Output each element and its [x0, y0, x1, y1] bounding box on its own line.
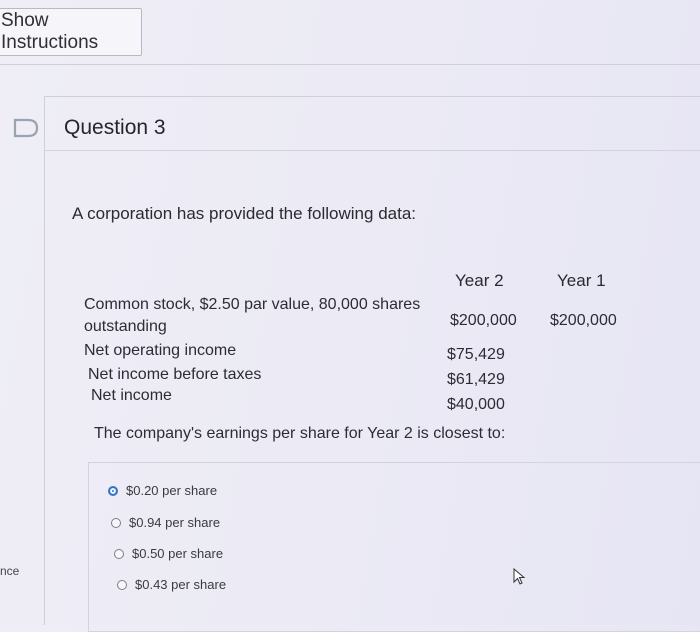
- answer-option[interactable]: $0.50 per share: [114, 546, 223, 561]
- answer-option[interactable]: $0.43 per share: [117, 577, 226, 592]
- content-border: [44, 96, 45, 625]
- table-cell: $40,000: [447, 396, 505, 413]
- row-label: outstanding: [84, 318, 167, 335]
- answer-option[interactable]: $0.94 per share: [111, 515, 220, 530]
- radio-icon[interactable]: [111, 517, 121, 528]
- sidebar-fragment: nce: [0, 564, 20, 578]
- question-prompt: The company's earnings per share for Yea…: [94, 425, 506, 442]
- answer-option-label: $0.20 per share: [126, 483, 218, 498]
- row-label: Common stock, $2.50 par value, 80,000 sh…: [84, 296, 421, 313]
- radio-icon[interactable]: [114, 548, 124, 559]
- show-instructions-label: Show Instructions: [1, 10, 99, 53]
- table-cell: $75,429: [447, 346, 505, 363]
- mouse-pointer-icon: [513, 568, 526, 585]
- column-header-year2: Year 2: [455, 271, 504, 290]
- question-intro: A corporation has provided the following…: [72, 204, 417, 223]
- divider: [44, 150, 700, 151]
- answer-option-label: $0.43 per share: [135, 577, 227, 592]
- answer-option-label: $0.50 per share: [132, 546, 224, 561]
- answer-option-label: $0.94 per share: [129, 515, 221, 530]
- column-header-year1: Year 1: [557, 271, 606, 290]
- divider: [0, 64, 700, 65]
- table-cell: $61,429: [447, 371, 505, 388]
- table-cell: $200,000: [450, 312, 517, 329]
- radio-selected-icon[interactable]: [108, 485, 118, 496]
- table-cell: $200,000: [550, 312, 617, 329]
- show-instructions-button[interactable]: Show Instructions: [0, 8, 142, 56]
- flag-icon[interactable]: [12, 117, 40, 139]
- question-title: Question 3: [64, 116, 166, 139]
- row-label: Net income before taxes: [88, 366, 262, 383]
- divider: [44, 96, 700, 97]
- row-label: Net operating income: [84, 342, 237, 359]
- answer-option[interactable]: $0.20 per share: [108, 483, 217, 498]
- radio-icon[interactable]: [117, 579, 127, 590]
- row-label: Net income: [91, 387, 172, 404]
